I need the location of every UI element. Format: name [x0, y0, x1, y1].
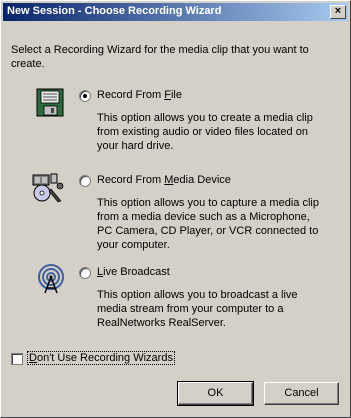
intro-text: Select a Recording Wizard for the media …	[11, 44, 309, 70]
media-device-icon	[31, 171, 64, 203]
record-from-media-device-radio[interactable]	[79, 175, 91, 187]
record-from-media-device-label[interactable]: Record From Media Device	[97, 174, 231, 186]
live-broadcast-label[interactable]: Live Broadcast	[97, 266, 170, 278]
disk-icon	[35, 87, 67, 119]
label-text: ive Broadcast	[103, 266, 170, 278]
label-mnemonic: F	[164, 89, 171, 101]
record-from-file-description: This option allows you to create a media…	[97, 112, 313, 152]
label-mnemonic: D	[29, 352, 37, 364]
label-text: ile	[170, 89, 182, 101]
ok-button[interactable]: OK	[177, 381, 254, 406]
title-bar[interactable]: New Session - Choose Recording Wizard ×	[3, 3, 348, 21]
label-text: on't Use Recording Wizards	[36, 352, 173, 364]
broadcast-icon	[35, 263, 67, 295]
label-text: edia Device	[173, 174, 231, 186]
record-from-file-label[interactable]: Record From File	[97, 89, 182, 101]
dont-use-wizards-checkbox[interactable]	[11, 353, 23, 365]
label-text: Record From	[97, 174, 165, 186]
dialog-window: New Session - Choose Recording Wizard × …	[0, 0, 351, 418]
cancel-button[interactable]: Cancel	[264, 382, 339, 405]
live-broadcast-radio[interactable]	[79, 267, 91, 279]
dialog-title: New Session - Choose Recording Wizard	[7, 5, 222, 17]
close-button[interactable]: ×	[330, 5, 346, 19]
live-broadcast-description: This option allows you to broadcast a li…	[97, 289, 298, 329]
record-from-media-device-description: This option allows you to capture a medi…	[97, 197, 319, 251]
dont-use-wizards-label[interactable]: Don't Use Recording Wizards	[27, 351, 175, 365]
record-from-file-radio[interactable]	[79, 90, 91, 102]
label-text: Record From	[97, 89, 165, 101]
